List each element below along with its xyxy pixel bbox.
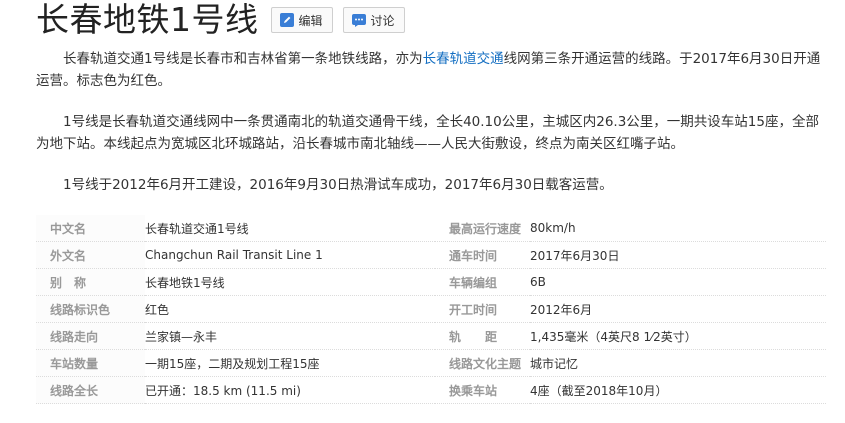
infobox-value: 长春地铁1号线	[145, 268, 435, 296]
infobox-key: 线路走向	[36, 322, 145, 350]
infobox-key: 别 称	[36, 268, 145, 296]
infobox-key: 线路标识色	[36, 295, 145, 323]
infobox-key: 车站数量	[36, 349, 145, 377]
infobox-key: 最高运行速度	[435, 215, 530, 242]
infobox-value: 80km/h	[530, 215, 826, 242]
infobox-value: 城市记忆	[530, 349, 826, 377]
edit-button-label: 编辑	[298, 13, 323, 28]
infobox-value: 已开通：18.5 km (11.5 mi)	[145, 376, 435, 404]
page: 长春地铁1号线 编辑 讨论 长春轨道交通1号线是长春市和吉林省第一条地铁线路，亦…	[0, 0, 845, 423]
discuss-button[interactable]: 讨论	[342, 7, 405, 33]
infobox-value: 6B	[530, 268, 826, 296]
infobox-row: 中文名 长春轨道交通1号线 最高运行速度 80km/h	[36, 215, 826, 242]
infobox-value: 一期15座，二期及规划工程15座	[145, 349, 435, 377]
infobox-key: 通车时间	[435, 241, 530, 269]
discuss-button-label: 讨论	[370, 13, 395, 28]
infobox-body: 中文名 长春轨道交通1号线 最高运行速度 80km/h 外文名 Changchun Rai…	[36, 215, 826, 404]
infobox-row: 线路标识色 红色 开工时间 2012年6月	[36, 295, 826, 323]
infobox-key: 开工时间	[435, 295, 530, 323]
infobox-key: 换乘车站	[435, 376, 530, 404]
chat-bubble-icon	[351, 13, 366, 27]
infobox-value: 兰家镇—永丰	[145, 322, 435, 350]
intro-text-before-link: 长春轨道交通1号线是长春市和吉林省第一条地铁线路，亦为	[63, 51, 423, 67]
infobox-row: 车站数量 一期15座，二期及规划工程15座 线路文化主题 城市记忆	[36, 349, 826, 377]
infobox-table: 中文名 长春轨道交通1号线 最高运行速度 80km/h 外文名 Changchun Rai…	[36, 215, 826, 404]
infobox-value: 红色	[145, 295, 435, 323]
route-paragraph: 1号线是长春轨道交通线网中一条贯通南北的轨道交通骨干线，全长40.10公里，主城…	[36, 114, 819, 152]
infobox-key: 线路全长	[36, 376, 145, 404]
infobox-key: 中文名	[36, 215, 145, 242]
infobox-key: 外文名	[36, 241, 145, 269]
infobox-value: 2012年6月	[530, 295, 826, 323]
infobox-row: 别 称长春地铁1号线 车辆编组 6B	[36, 268, 826, 296]
pencil-icon	[279, 13, 294, 27]
infobox-row: 外文名 Changchun Rail Transit Line 1 通车时间 2017…	[36, 241, 826, 269]
infobox-key: 线路文化主题	[435, 349, 530, 377]
infobox-value: 4座（截至2018年10月）	[530, 376, 826, 404]
infobox-value: 2017年6月30日	[530, 241, 826, 269]
edit-button[interactable]: 编辑	[270, 7, 333, 33]
infobox-row: 线路走向 兰家镇—永丰轨 距 1,435毫米（4英尺8 1⁄2英寸）	[36, 322, 826, 350]
history-paragraph: 1号线于2012年6月开工建设，2016年9月30日热滑试车成功，2017年6月…	[63, 177, 613, 193]
infobox-value: 长春轨道交通1号线	[145, 215, 435, 242]
infobox-value: Changchun Rail Transit Line 1	[145, 241, 435, 269]
infobox-row: 线路全长 已开通：18.5 km (11.5 mi) 换乘车站 4座（截至2018年1…	[36, 376, 826, 404]
title-row: 长春地铁1号线 编辑 讨论	[36, 0, 405, 40]
infobox-key: 车辆编组	[435, 268, 530, 296]
page-title: 长春地铁1号线	[36, 0, 259, 39]
changchun-rail-transit-link[interactable]: 长春轨道交通	[423, 51, 504, 67]
infobox-key: 轨 距	[435, 322, 530, 350]
infobox-value: 1,435毫米（4英尺8 1⁄2英寸）	[530, 322, 826, 350]
intro-paragraph: 长春轨道交通1号线是长春市和吉林省第一条地铁线路，亦为长春轨道交通线网第三条开通…	[36, 48, 826, 92]
